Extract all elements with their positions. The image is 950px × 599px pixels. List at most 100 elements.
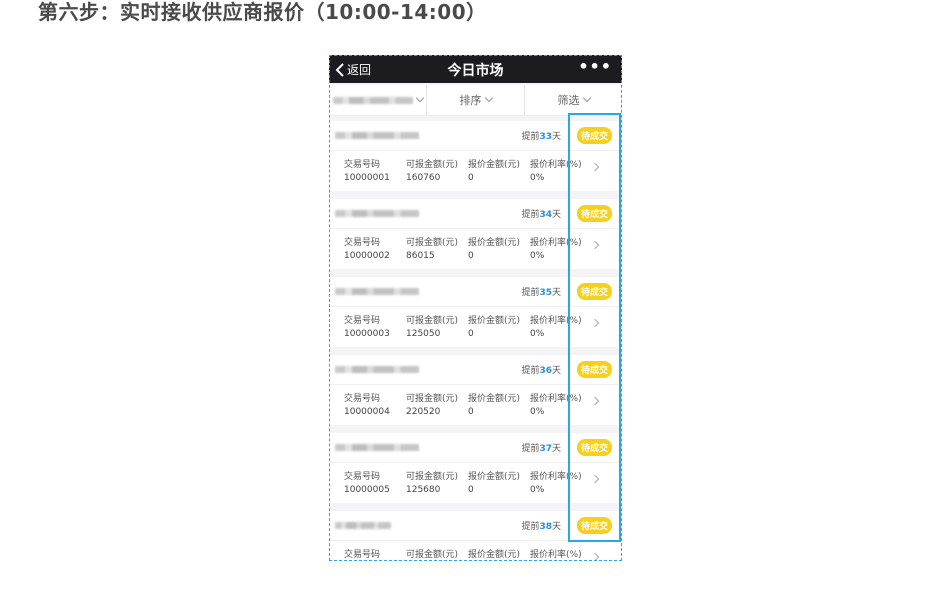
redacted-company-name (335, 522, 391, 529)
redacted-company-name (335, 288, 419, 295)
days-prefix: 提前 (521, 210, 540, 220)
page-title: 第六步：实时接收供应商报价（10:00-14:00） (38, 0, 487, 24)
chevron-right-icon (590, 552, 600, 561)
quotable-value: 125680 (406, 485, 441, 495)
quotable-value: 160760 (406, 173, 441, 183)
trade-no-label: 交易号码 (344, 394, 381, 404)
card-header: 提前38天 待成交 (329, 511, 622, 541)
chevron-right-icon (590, 162, 600, 172)
quote-rate-value: 0% (530, 173, 545, 183)
quote-amount-value: 0 (468, 173, 474, 183)
quotable-label: 可报金额(元) (406, 160, 459, 170)
card-header: 提前34天 待成交 (329, 199, 622, 229)
quote-amount-label: 报价金额(元) (468, 550, 521, 560)
quote-card[interactable]: 提前36天 待成交 交易号码 可报金额(元) 报价金额(元) 报价利率(%) 1… (329, 355, 622, 425)
card-body[interactable]: 交易号码 可报金额(元) 报价金额(元) 报价利率(%) (329, 541, 622, 561)
sort-label: 排序 (459, 94, 482, 107)
chevron-right-icon (590, 396, 600, 406)
trade-no-label: 交易号码 (344, 316, 381, 326)
days-ahead: 提前36天 (521, 363, 561, 376)
status-badge[interactable]: 待成交 (576, 127, 612, 144)
quote-amount-label: 报价金额(元) (468, 160, 521, 170)
quote-amount-label: 报价金额(元) (468, 472, 521, 482)
quote-rate-value: 0% (530, 485, 545, 495)
quote-amount-label: 报价金额(元) (468, 394, 521, 404)
quote-amount-value: 0 (468, 251, 474, 261)
quotable-value: 220520 (406, 407, 441, 417)
quotable-label: 可报金额(元) (406, 394, 459, 404)
quote-rate-value: 0% (530, 251, 545, 261)
quote-card[interactable]: 提前35天 待成交 交易号码 可报金额(元) 报价金额(元) 报价利率(%) 1… (329, 277, 622, 347)
quote-amount-label: 报价金额(元) (468, 238, 521, 248)
days-ahead: 提前34天 (521, 207, 561, 220)
card-header: 提前37天 待成交 (329, 433, 622, 463)
quote-amount-value: 0 (468, 485, 474, 495)
card-body[interactable]: 交易号码 可报金额(元) 报价金额(元) 报价利率(%) 10000003 12… (329, 307, 622, 347)
redacted-company-name (335, 132, 419, 139)
filter-category[interactable] (329, 85, 426, 115)
chevron-down-icon (484, 93, 493, 103)
quotable-label: 可报金额(元) (406, 550, 459, 560)
card-body[interactable]: 交易号码 可报金额(元) 报价金额(元) 报价利率(%) 10000001 16… (329, 151, 622, 191)
redacted-company-name (335, 366, 419, 373)
nav-bar: 返回 今日市场 ••• (329, 55, 622, 83)
trade-no-value: 10000001 (344, 173, 390, 183)
quote-amount-label: 报价金额(元) (468, 316, 521, 326)
days-prefix: 提前 (521, 132, 540, 142)
quote-list: 提前33天 待成交 交易号码 可报金额(元) 报价金额(元) 报价利率(%) 1… (329, 121, 622, 561)
status-badge[interactable]: 待成交 (576, 517, 612, 534)
chevron-down-icon (415, 93, 424, 103)
days-value: 38 (539, 522, 552, 532)
quote-rate-label: 报价利率(%) (530, 472, 582, 482)
quotable-label: 可报金额(元) (406, 472, 459, 482)
more-icon[interactable]: ••• (578, 57, 612, 76)
quote-rate-value: 0% (530, 329, 545, 339)
status-badge[interactable]: 待成交 (576, 439, 612, 456)
trade-no-label: 交易号码 (344, 550, 381, 560)
quote-rate-label: 报价利率(%) (530, 316, 582, 326)
card-header: 提前36天 待成交 (329, 355, 622, 385)
days-prefix: 提前 (521, 522, 540, 532)
chevron-right-icon (590, 318, 600, 328)
days-ahead: 提前33天 (521, 129, 561, 142)
card-header: 提前35天 待成交 (329, 277, 622, 307)
card-body[interactable]: 交易号码 可报金额(元) 报价金额(元) 报价利率(%) 10000002 86… (329, 229, 622, 269)
trade-no-label: 交易号码 (344, 472, 381, 482)
filter-button[interactable]: 筛选 (524, 85, 622, 115)
trade-no-value: 10000003 (344, 329, 390, 339)
trade-no-value: 10000005 (344, 485, 390, 495)
quotable-label: 可报金额(元) (406, 238, 459, 248)
chevron-right-icon (590, 240, 600, 250)
days-prefix: 提前 (521, 444, 540, 454)
chevron-right-icon (590, 474, 600, 484)
days-value: 37 (539, 444, 552, 454)
status-badge[interactable]: 待成交 (576, 361, 612, 378)
quote-amount-value: 0 (468, 407, 474, 417)
chevron-down-icon (582, 93, 591, 103)
status-badge[interactable]: 待成交 (576, 205, 612, 222)
days-suffix: 天 (551, 366, 561, 376)
quote-card[interactable]: 提前38天 待成交 交易号码 可报金额(元) 报价金额(元) 报价利率(%) (329, 511, 622, 561)
sort-button[interactable]: 排序 (426, 85, 524, 115)
quote-rate-label: 报价利率(%) (530, 550, 582, 560)
card-body[interactable]: 交易号码 可报金额(元) 报价金额(元) 报价利率(%) 10000005 12… (329, 463, 622, 503)
days-ahead: 提前38天 (521, 519, 561, 532)
card-body[interactable]: 交易号码 可报金额(元) 报价金额(元) 报价利率(%) 10000004 22… (329, 385, 622, 425)
quote-card[interactable]: 提前37天 待成交 交易号码 可报金额(元) 报价金额(元) 报价利率(%) 1… (329, 433, 622, 503)
days-suffix: 天 (551, 522, 561, 532)
days-value: 33 (539, 132, 552, 142)
filter-bar: 排序 筛选 (329, 85, 622, 116)
quote-card[interactable]: 提前33天 待成交 交易号码 可报金额(元) 报价金额(元) 报价利率(%) 1… (329, 121, 622, 191)
quotable-value: 125050 (406, 329, 441, 339)
quote-amount-value: 0 (468, 329, 474, 339)
days-prefix: 提前 (521, 366, 540, 376)
days-suffix: 天 (551, 210, 561, 220)
quote-rate-label: 报价利率(%) (530, 238, 582, 248)
filter-label: 筛选 (557, 94, 580, 107)
redacted-company-name (335, 210, 419, 217)
status-badge[interactable]: 待成交 (576, 283, 612, 300)
quote-card[interactable]: 提前34天 待成交 交易号码 可报金额(元) 报价金额(元) 报价利率(%) 1… (329, 199, 622, 269)
days-ahead: 提前35天 (521, 285, 561, 298)
trade-no-value: 10000004 (344, 407, 390, 417)
quote-rate-label: 报价利率(%) (530, 394, 582, 404)
